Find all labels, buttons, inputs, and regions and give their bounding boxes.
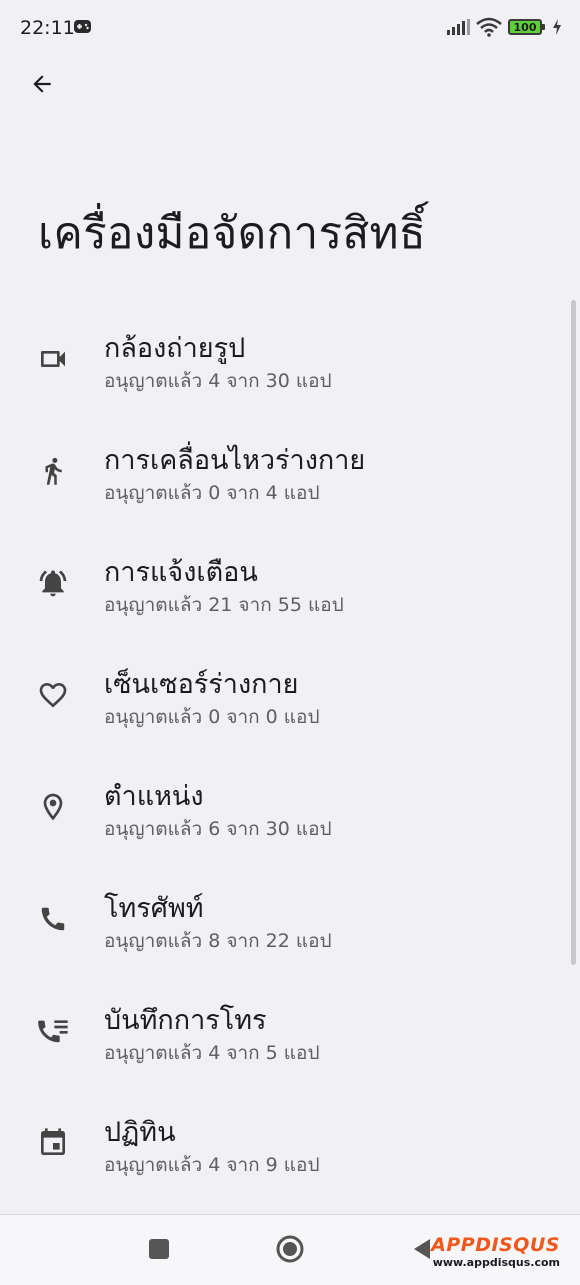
signal-icon — [447, 19, 470, 35]
watermark: APPDISQUS www.appdisqus.com — [431, 1234, 560, 1269]
wifi-icon — [476, 17, 502, 37]
arrow-back-icon — [33, 75, 51, 93]
permission-item-notifications[interactable]: การแจ้งเตือน อนุญาตแล้ว 21 จาก 55 แอป — [0, 540, 570, 652]
permission-subtitle: อนุญาตแล้ว 0 จาก 4 แอป — [104, 482, 320, 504]
call-log-icon — [36, 1014, 70, 1048]
permission-title: การแจ้งเตือน — [104, 557, 258, 588]
permission-item-camera[interactable]: กล้องถ่ายรูป อนุญาตแล้ว 4 จาก 30 แอป — [0, 316, 570, 428]
permission-item-phone[interactable]: โทรศัพท์ อนุญาตแล้ว 8 จาก 22 แอป — [0, 876, 570, 988]
heart-icon — [36, 678, 70, 712]
permission-title: เซ็นเซอร์ร่างกาย — [104, 669, 299, 700]
battery-indicator: 100 — [508, 19, 545, 35]
home-button[interactable] — [272, 1231, 308, 1267]
walking-icon — [36, 454, 70, 488]
permission-subtitle: อนุญาตแล้ว 21 จาก 55 แอป — [104, 594, 344, 616]
status-bar: 22:11 100 — [0, 0, 580, 56]
location-icon — [36, 790, 70, 824]
permission-title: โทรศัพท์ — [104, 893, 204, 924]
permission-title: ตำแหน่ง — [104, 781, 204, 812]
phone-icon — [36, 902, 70, 936]
watermark-url: www.appdisqus.com — [432, 1256, 560, 1269]
permission-title: การเคลื่อนไหวร่างกาย — [104, 445, 366, 476]
permission-title: บันทึกการโทร — [104, 1005, 267, 1036]
gamepad-icon — [74, 20, 91, 33]
permission-item-physical-activity[interactable]: การเคลื่อนไหวร่างกาย อนุญาตแล้ว 0 จาก 4 … — [0, 428, 570, 540]
charging-icon — [553, 19, 561, 35]
permission-subtitle: อนุญาตแล้ว 8 จาก 22 แอป — [104, 930, 332, 952]
status-time: 22:11 — [20, 17, 75, 39]
permission-subtitle: อนุญาตแล้ว 0 จาก 0 แอป — [104, 706, 320, 728]
permission-title: ปฏิทิน — [104, 1117, 176, 1148]
back-button[interactable] — [22, 64, 62, 104]
watermark-logo: APPDISQUS — [431, 1234, 560, 1256]
permission-subtitle: อนุญาตแล้ว 4 จาก 5 แอป — [104, 1042, 320, 1064]
home-circle-icon — [276, 1235, 304, 1263]
permission-subtitle: อนุญาตแล้ว 4 จาก 9 แอป — [104, 1154, 320, 1176]
permission-item-call-log[interactable]: บันทึกการโทร อนุญาตแล้ว 4 จาก 5 แอป — [0, 988, 570, 1100]
recent-apps-button[interactable] — [141, 1231, 177, 1267]
page-title: เครื่องมือจัดการสิทธิ์ — [38, 208, 426, 259]
permission-title: กล้องถ่ายรูป — [104, 333, 246, 364]
permission-list: กล้องถ่ายรูป อนุญาตแล้ว 4 จาก 30 แอป การ… — [0, 316, 570, 1212]
permission-subtitle: อนุญาตแล้ว 6 จาก 30 แอป — [104, 818, 332, 840]
camera-icon — [36, 342, 70, 376]
permission-item-calendar[interactable]: ปฏิทิน อนุญาตแล้ว 4 จาก 9 แอป — [0, 1100, 570, 1212]
calendar-icon — [36, 1126, 70, 1160]
permission-item-location[interactable]: ตำแหน่ง อนุญาตแล้ว 6 จาก 30 แอป — [0, 764, 570, 876]
bell-icon — [36, 566, 70, 600]
permission-subtitle: อนุญาตแล้ว 4 จาก 30 แอป — [104, 370, 332, 392]
scrollbar[interactable] — [571, 300, 576, 965]
permission-item-body-sensors[interactable]: เซ็นเซอร์ร่างกาย อนุญาตแล้ว 0 จาก 0 แอป — [0, 652, 570, 764]
square-icon — [149, 1239, 169, 1259]
